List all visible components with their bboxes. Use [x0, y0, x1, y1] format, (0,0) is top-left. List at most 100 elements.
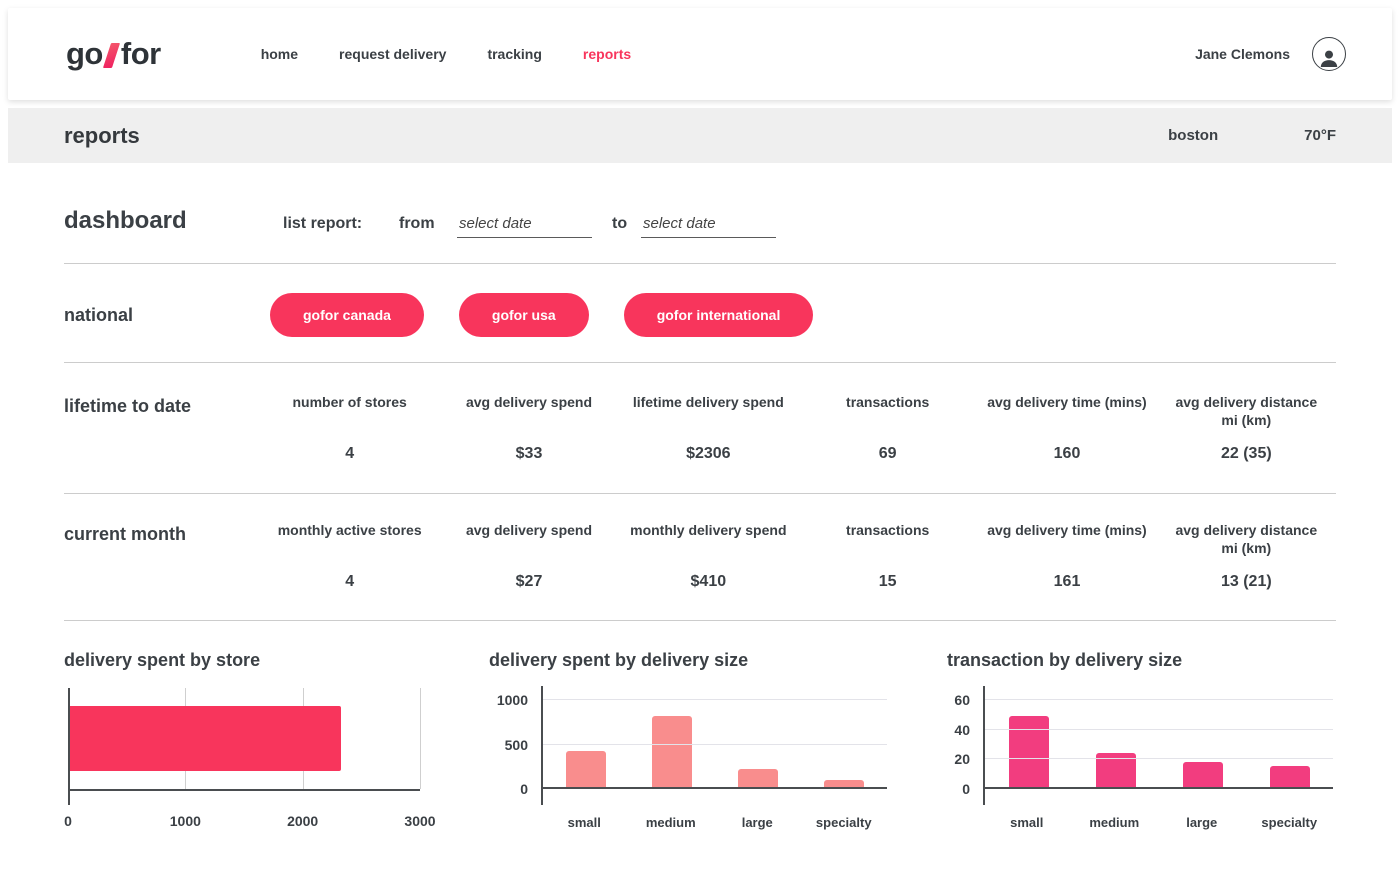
y-tick-label: 500: [504, 736, 528, 753]
weather-temperature: 70°F: [1304, 127, 1336, 144]
stat-value: $33: [515, 445, 543, 462]
bar-specialty: [824, 779, 864, 787]
bar-small: [1008, 715, 1049, 787]
page-title: reports: [64, 122, 140, 148]
national-label: national: [64, 304, 134, 325]
bar-medium: [652, 715, 692, 787]
to-date-input[interactable]: [641, 215, 776, 238]
nav-item-reports[interactable]: reports: [583, 46, 631, 62]
main-nav: home request delivery tracking reports: [261, 46, 631, 62]
nav-user-area: Jane Clemons: [1195, 37, 1346, 71]
gofor-canada-button[interactable]: gofor canada: [270, 293, 424, 337]
bar-specialty: [1269, 766, 1310, 787]
bars-container: [543, 687, 887, 787]
stat-avg-delivery-time: avg delivery time (mins) 161: [977, 522, 1156, 591]
stat-monthly-active-stores: monthly active stores 4: [260, 522, 439, 591]
current-month-stats-row: current month monthly active stores 4 av…: [64, 522, 1336, 591]
stat-label: transactions: [846, 522, 930, 538]
logo-text-go: go: [66, 36, 103, 71]
logo-text-for: for: [120, 36, 161, 71]
category-label-large: large: [1186, 815, 1218, 830]
divider: [64, 362, 1336, 363]
stat-value: 22 (35): [1220, 445, 1272, 462]
stat-monthly-delivery-spend: monthly delivery spend $410: [619, 522, 798, 591]
y-tick-label: 1000: [496, 692, 528, 708]
filter-row: dashboard list report: from to: [64, 207, 1336, 238]
user-avatar-icon[interactable]: [1312, 37, 1346, 71]
stat-transactions: transactions 69: [798, 394, 977, 463]
stat-avg-delivery-spend: avg delivery spend $33: [439, 394, 618, 463]
bar-slot: [543, 687, 629, 787]
top-nav-bar: go for home request delivery tracking re…: [8, 8, 1392, 100]
divider: [64, 263, 1336, 264]
lifetime-row-label: lifetime to date: [64, 396, 192, 416]
chart-plot-area: [68, 688, 421, 805]
gridline: [985, 758, 1333, 760]
category-label-medium: medium: [645, 815, 696, 830]
stat-label: monthly active stores: [277, 522, 422, 538]
chart-title: delivery spent by delivery size: [489, 650, 749, 670]
stat-value: 13 (21): [1220, 573, 1272, 590]
gofor-logo[interactable]: go for: [66, 36, 161, 72]
category-labels: small medium large specialty: [983, 815, 1333, 830]
stat-value: $410: [690, 573, 727, 590]
x-tick-label: 2000: [287, 813, 319, 829]
stat-label: avg delivery spend: [465, 522, 593, 538]
stat-value: 15: [878, 573, 897, 590]
category-label-specialty: specialty: [815, 815, 872, 830]
stat-avg-delivery-distance: avg delivery distance mi (km) 22 (35): [1157, 394, 1336, 463]
stat-transactions: transactions 15: [798, 522, 977, 591]
category-labels: small medium large specialty: [541, 815, 887, 830]
x-tick-label: 3000: [404, 813, 436, 829]
x-axis-line: [983, 787, 1333, 789]
list-report-label: list report:: [283, 215, 363, 232]
divider: [64, 493, 1336, 494]
stat-label: lifetime delivery spend: [632, 394, 784, 410]
stat-label: transactions: [846, 394, 930, 410]
stat-value: 161: [1053, 573, 1081, 590]
category-label-medium: medium: [1089, 815, 1140, 830]
category-label-specialty: specialty: [1261, 815, 1318, 830]
stat-label: avg delivery distance mi (km): [1175, 522, 1318, 556]
y-tick-label: 0: [520, 781, 528, 797]
stat-value: 160: [1053, 445, 1081, 462]
stat-label: avg delivery time (mins): [987, 522, 1147, 538]
stat-label: avg delivery time (mins): [987, 394, 1147, 410]
bar-slot: [985, 687, 1072, 787]
divider: [64, 620, 1336, 621]
bar-small: [566, 750, 606, 787]
to-label: to: [612, 215, 628, 232]
from-label: from: [399, 215, 435, 232]
nav-item-tracking[interactable]: tracking: [487, 46, 541, 62]
chart-plot-area: 0 20 40 60: [954, 686, 1333, 805]
stat-value: 4: [345, 445, 355, 462]
y-tick-label: 0: [962, 781, 970, 797]
bar-slot: [1072, 687, 1159, 787]
from-date-input[interactable]: [457, 215, 592, 238]
chart-transaction-by-delivery-size: transaction by delivery size 0 20 40 60 sma…: [947, 650, 1336, 830]
bar-slot: [715, 687, 801, 787]
category-label-small: small: [1010, 815, 1044, 830]
stat-value: $2306: [686, 445, 731, 462]
stat-label: avg delivery spend: [465, 394, 593, 410]
category-label-small: small: [567, 815, 601, 830]
dashboard-heading: dashboard: [64, 207, 187, 234]
chart-title: transaction by delivery size: [947, 650, 1183, 670]
stat-number-of-stores: number of stores 4: [260, 394, 439, 463]
x-axis-line: [68, 789, 420, 791]
nav-item-request-delivery[interactable]: request delivery: [339, 46, 446, 62]
bar-slot: [629, 687, 715, 787]
store-bar: [70, 706, 341, 771]
user-name: Jane Clemons: [1195, 46, 1290, 62]
gridline: [985, 728, 1333, 730]
gofor-usa-button[interactable]: gofor usa: [458, 293, 589, 337]
lifetime-stats-row: lifetime to date number of stores 4 avg …: [64, 394, 1336, 463]
logo-slash-icon: [102, 42, 120, 68]
stat-value: $27: [515, 573, 543, 590]
weather-location: boston: [1168, 127, 1219, 144]
nav-item-home[interactable]: home: [261, 46, 298, 62]
stat-label: monthly delivery spend: [630, 522, 787, 538]
stat-lifetime-delivery-spend: lifetime delivery spend $2306: [619, 394, 798, 463]
gofor-international-button[interactable]: gofor international: [623, 293, 814, 337]
x-tick-label: 1000: [169, 813, 201, 829]
